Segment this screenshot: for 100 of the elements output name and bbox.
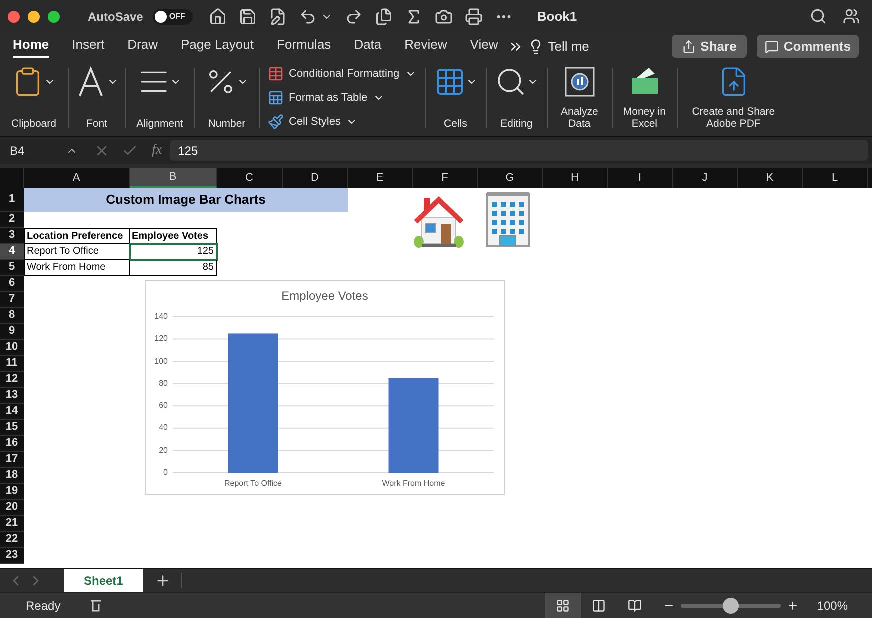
- table-cell[interactable]: 125: [130, 244, 217, 260]
- table-header-cell[interactable]: Employee Votes: [130, 228, 217, 244]
- row-header[interactable]: 8: [0, 308, 24, 324]
- row-header[interactable]: 17: [0, 452, 24, 468]
- status-text: Ready: [26, 598, 61, 614]
- page-icon: [592, 598, 606, 612]
- column-header[interactable]: E: [348, 168, 413, 188]
- ribbon-tab[interactable]: Formulas: [277, 34, 332, 58]
- row-header[interactable]: 5: [0, 260, 24, 276]
- row-header[interactable]: 20: [0, 500, 24, 516]
- axis-label: 0: [162, 468, 168, 478]
- column-header[interactable]: B: [130, 168, 217, 188]
- row-header[interactable]: 3: [0, 228, 24, 244]
- column-header[interactable]: L: [803, 168, 868, 188]
- title-cell[interactable]: Custom Image Bar Charts: [24, 188, 348, 212]
- ribbon-button[interactable]: Create and Share Adobe PDF: [684, 66, 784, 130]
- row-header[interactable]: 23: [0, 548, 24, 564]
- ribbon-tab[interactable]: Insert: [72, 34, 105, 58]
- ribbon-menu-button[interactable]: Format as Table: [268, 90, 417, 106]
- zoom-slider[interactable]: [681, 598, 782, 614]
- ribbon-tab[interactable]: Review: [404, 34, 448, 58]
- row-header[interactable]: 7: [0, 292, 24, 308]
- home-icon[interactable]: [209, 8, 228, 26]
- formula-field[interactable]: 125: [170, 140, 868, 161]
- sheet-tab[interactable]: Sheet1: [64, 569, 144, 592]
- row-header[interactable]: 21: [0, 516, 24, 532]
- ribbon-button[interactable]: Analyze Data: [554, 66, 606, 130]
- autosave-label: AutoSave: [88, 8, 144, 26]
- ribbon-tab[interactable]: Draw: [128, 34, 158, 58]
- maximize-button[interactable]: [48, 10, 60, 22]
- comment-icon: [764, 40, 779, 54]
- row-header[interactable]: 11: [0, 356, 24, 372]
- zoom-percentage[interactable]: 100%: [817, 596, 848, 614]
- comments-button[interactable]: Comments: [756, 35, 859, 58]
- tell-me-button[interactable]: Tell me: [548, 36, 590, 56]
- ribbon-button[interactable]: Alignment: [132, 66, 188, 130]
- column-header[interactable]: I: [608, 168, 673, 188]
- row-header[interactable]: 15: [0, 420, 24, 436]
- analyze-icon: [564, 66, 596, 98]
- table-cell[interactable]: Report To Office: [24, 244, 130, 260]
- column-header[interactable]: K: [738, 168, 803, 188]
- row-header[interactable]: 19: [0, 484, 24, 500]
- row-header[interactable]: 16: [0, 436, 24, 452]
- row-header[interactable]: 4: [0, 244, 24, 260]
- column-header[interactable]: J: [673, 168, 738, 188]
- table-cell[interactable]: 85: [130, 260, 217, 276]
- name-box[interactable]: B4: [10, 142, 25, 160]
- redo-icon[interactable]: [345, 8, 364, 26]
- axis-label: Work From Home: [381, 479, 446, 489]
- camera-icon[interactable]: [435, 8, 454, 26]
- grid-icon: [556, 598, 570, 612]
- column-header[interactable]: F: [413, 168, 478, 188]
- edit-file-icon[interactable]: [269, 8, 288, 26]
- row-header[interactable]: 18: [0, 468, 24, 484]
- axis-label: 60: [158, 401, 168, 412]
- zoom-in-icon[interactable]: [787, 600, 800, 612]
- ribbon-menu-button[interactable]: Conditional Formatting: [268, 66, 417, 82]
- row-header[interactable]: 6: [0, 276, 24, 292]
- ribbon-menu-button[interactable]: Cell Styles: [268, 114, 417, 130]
- row-header[interactable]: 10: [0, 340, 24, 356]
- axis-label: 120: [154, 334, 168, 344]
- ribbon-tab[interactable]: Home: [13, 34, 50, 58]
- ribbon-tab[interactable]: Page Layout: [180, 34, 254, 58]
- axis-label: 100: [154, 356, 168, 367]
- row-header[interactable]: 22: [0, 532, 24, 548]
- share-button[interactable]: Share: [672, 35, 747, 58]
- row-header[interactable]: 1: [0, 188, 24, 212]
- ribbon-button[interactable]: Money in Excel: [618, 66, 671, 130]
- function-icon[interactable]: fx: [152, 140, 162, 161]
- close-button[interactable]: [8, 10, 20, 22]
- column-header[interactable]: G: [478, 168, 543, 188]
- row-header[interactable]: 12: [0, 372, 24, 388]
- row-header[interactable]: 13: [0, 388, 24, 404]
- column-header[interactable]: H: [543, 168, 608, 188]
- ribbon-button[interactable]: Font: [75, 66, 119, 130]
- table-cell[interactable]: Work From Home: [24, 260, 130, 276]
- brush-icon: [268, 114, 284, 130]
- ribbon-button[interactable]: Cells: [432, 66, 480, 130]
- view-button[interactable]: [545, 593, 582, 618]
- row-header[interactable]: 14: [0, 404, 24, 420]
- axis-label: 20: [158, 446, 168, 456]
- ribbon-button[interactable]: Number: [201, 66, 253, 130]
- people-icon[interactable]: [843, 8, 860, 25]
- ribbon-tab[interactable]: Data: [354, 34, 382, 58]
- axis-label: 140: [154, 312, 168, 322]
- ribbon-button[interactable]: Clipboard: [6, 66, 62, 130]
- table-icon: [268, 66, 284, 82]
- ribbon-tab[interactable]: View: [470, 34, 498, 58]
- row-header[interactable]: 2: [0, 212, 24, 228]
- search-icon[interactable]: [810, 8, 827, 25]
- zoom-thumb[interactable]: [723, 598, 740, 614]
- ribbon-button[interactable]: Editing: [492, 66, 541, 130]
- save-icon[interactable]: [239, 8, 258, 26]
- table-header-cell[interactable]: Location Preference: [24, 228, 130, 244]
- print-icon[interactable]: [465, 8, 484, 26]
- minimize-button[interactable]: [28, 10, 40, 22]
- autosave-toggle[interactable]: OFF: [153, 8, 194, 24]
- files-icon[interactable]: [375, 8, 394, 26]
- row-header[interactable]: 9: [0, 324, 24, 340]
- undo-icon[interactable]: [299, 8, 318, 26]
